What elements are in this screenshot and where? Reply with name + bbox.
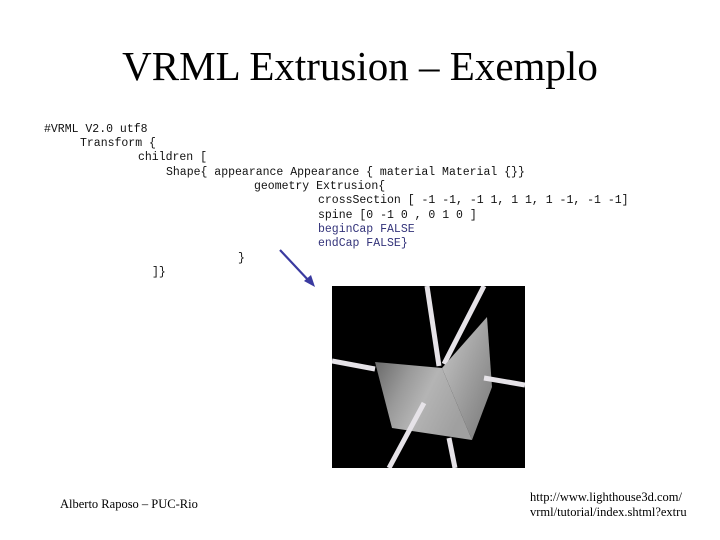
url-line-1: http://www.lighthouse3d.com/ — [530, 490, 682, 504]
footer-source-link[interactable]: http://www.lighthouse3d.com/ vrml/tutori… — [530, 490, 687, 520]
extrusion-render-image — [332, 286, 525, 468]
footer-author: Alberto Raposo – PUC-Rio — [60, 497, 198, 511]
slide: VRML Extrusion – Exemplo #VRML V2.0 utf8… — [0, 0, 720, 540]
url-line-2: vrml/tutorial/index.shtml?extru — [530, 505, 687, 519]
